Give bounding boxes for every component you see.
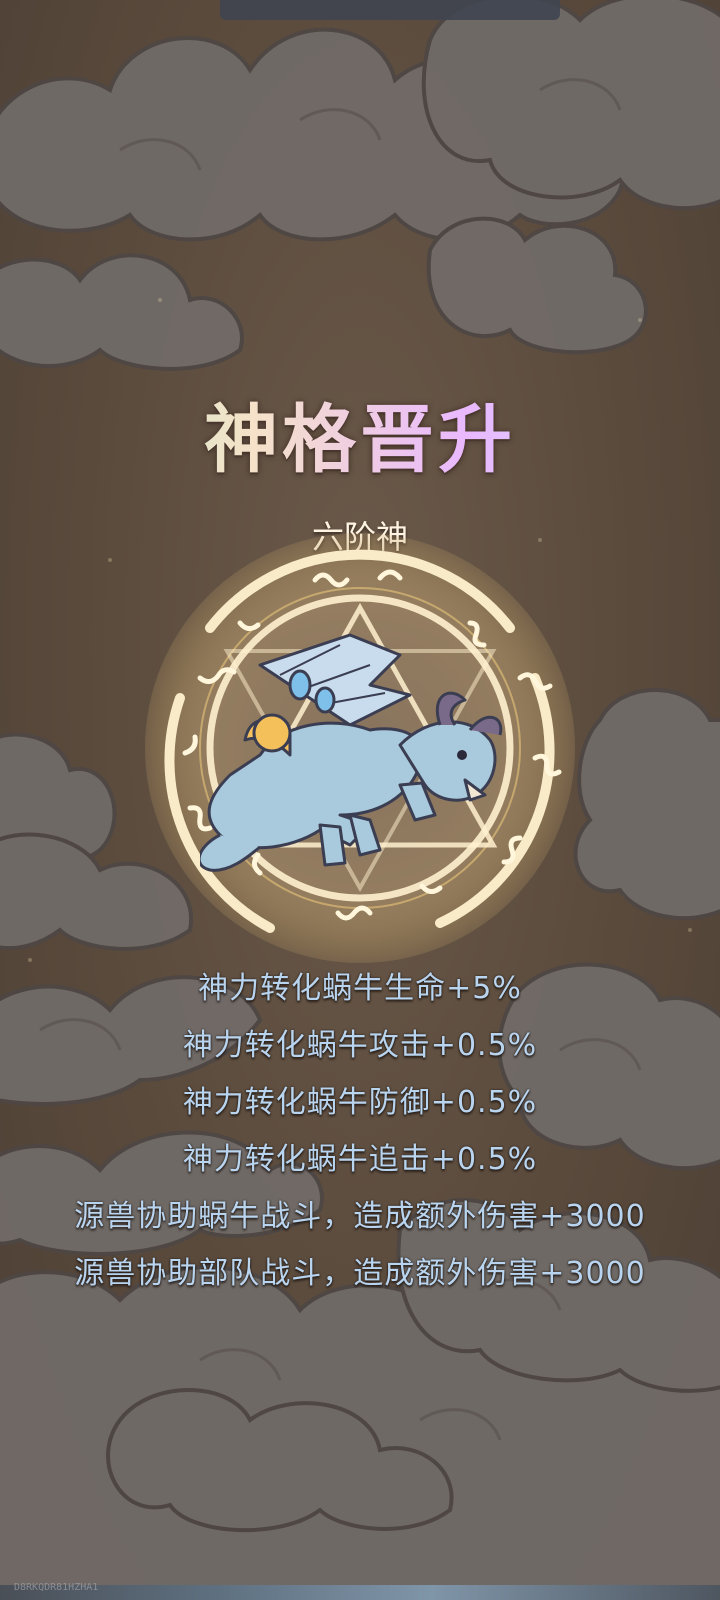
ascension-screen[interactable]: 神格晋升 六阶神 (0, 0, 720, 1600)
effect-line: 神力转化蜗牛防御+0.5% (182, 1085, 538, 1120)
effect-line: 神力转化蜗牛生命+5% (198, 971, 522, 1006)
effect-line: 源兽协助部队战斗，造成额外伤害+3000 (74, 1256, 646, 1291)
bottom-bar-edge (0, 1585, 720, 1600)
effect-line: 神力转化蜗牛追击+0.5% (182, 1142, 538, 1177)
effects-list: 神力转化蜗牛生命+5% 神力转化蜗牛攻击+0.5% 神力转化蜗牛防御+0.5% … (0, 960, 720, 1302)
effect-line: 神力转化蜗牛攻击+0.5% (182, 1028, 538, 1063)
page-title: 神格晋升 (0, 380, 720, 487)
dragon-beast-icon (200, 633, 503, 872)
watermark-code: D8RKQDR81HZHA1 (14, 1582, 99, 1593)
top-bar-edge (220, 0, 560, 20)
effect-line: 源兽协助蜗牛战斗，造成额外伤害+3000 (74, 1199, 646, 1234)
